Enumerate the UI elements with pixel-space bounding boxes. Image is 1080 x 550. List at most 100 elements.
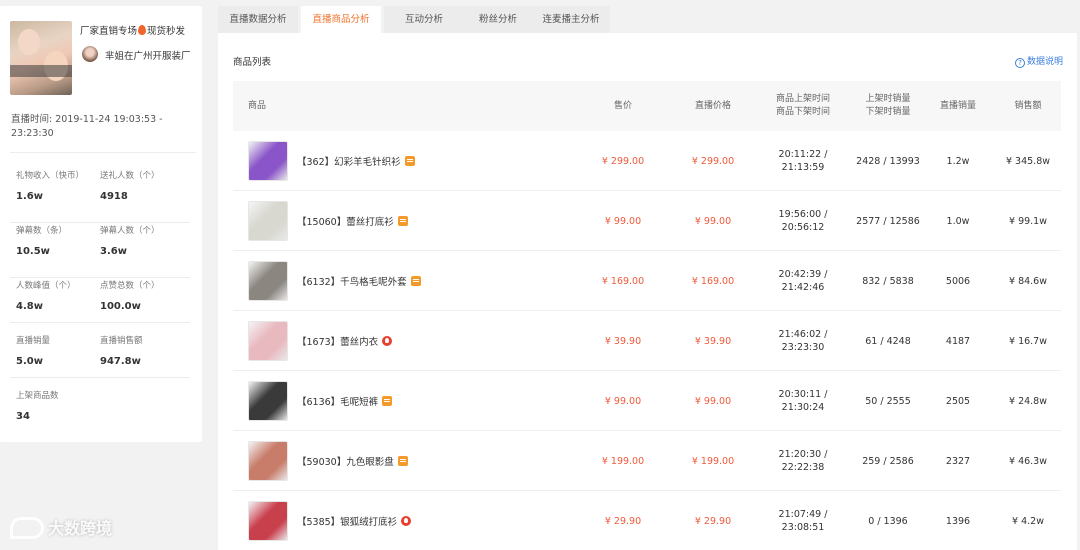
stat-row: 直播销量 5.0w 直播销售额 947.8w xyxy=(16,334,196,380)
product-name[interactable]: 【5385】银狐绒打底衫 xyxy=(297,491,412,550)
time-on-shelf: 21:07:49 / xyxy=(778,509,828,520)
tab-live-products[interactable]: 直播商品分析 xyxy=(301,6,381,33)
product-list-card: 商品列表 ? 数据说明 商品 售价 直播价格 商品上架时间 商品下架时间 上架时销… xyxy=(218,33,1077,550)
header-price[interactable]: 售价 xyxy=(593,81,653,131)
table-row[interactable]: 【15060】蕾丝打底衫 ¥ 99.00 ¥ 99.00 19:56:00 / 20:5… xyxy=(233,191,1061,251)
listing-time: 20:30:11 / 21:30:24 xyxy=(763,371,843,431)
header-product: 商品 xyxy=(248,81,328,131)
stat-value: 4918 xyxy=(100,191,128,202)
listing-time: 19:56:00 / 20:56:12 xyxy=(763,191,843,251)
shop-tag-icon xyxy=(397,456,408,466)
listing-sales: 50 / 2555 xyxy=(865,395,911,407)
listing-sales: 259 / 2586 xyxy=(862,455,914,467)
live-cover-image[interactable] xyxy=(10,21,72,95)
live-price: ¥ 39.90 xyxy=(694,335,732,347)
data-help-link[interactable]: ? 数据说明 xyxy=(1014,54,1063,68)
listing-time: 21:20:30 / 22:22:38 xyxy=(763,431,843,491)
watermark-text: 大数跨境 xyxy=(48,519,113,538)
product-name-text: 【5385】银狐绒打底衫 xyxy=(297,517,398,528)
cover-face xyxy=(18,29,40,55)
product-name-text: 【6136】毛呢短裤 xyxy=(297,397,379,408)
live-time: 直播时间: 2019-11-24 19:03:53 - 23:23:30 xyxy=(11,113,191,141)
live-price: ¥ 99.00 xyxy=(694,215,732,227)
data-help-text: 数据说明 xyxy=(1026,57,1063,67)
product-thumbnail[interactable] xyxy=(248,201,288,241)
stat-value: 34 xyxy=(16,411,30,422)
help-icon: ? xyxy=(1014,58,1025,68)
product-thumbnail[interactable] xyxy=(248,141,288,181)
fire-icon xyxy=(138,25,147,35)
table-row[interactable]: 【59030】九色眼影盘 ¥ 199.00 ¥ 199.00 21:20:30 / 22… xyxy=(233,431,1061,491)
room-title: 厂家直销专场 现货秒发 xyxy=(80,23,185,37)
divider xyxy=(10,222,190,223)
price: ¥ 99.00 xyxy=(604,215,642,227)
product-name[interactable]: 【59030】九色眼影盘 xyxy=(297,431,408,491)
stat-label: 弹幕人数（个） xyxy=(100,226,160,236)
stat-label: 弹幕数（条） xyxy=(16,226,68,236)
stat-listed-products: 上架商品数 34 xyxy=(16,389,106,422)
product-name[interactable]: 【6132】千鸟格毛呢外套 xyxy=(297,251,421,311)
listing-sales: 61 / 4248 xyxy=(865,335,911,347)
live-sales: 1.0w xyxy=(946,215,970,227)
shop-tag-icon xyxy=(397,216,408,226)
stat-danmaku-users: 弹幕人数（个） 3.6w xyxy=(100,224,190,257)
avatar[interactable] xyxy=(82,46,98,62)
stat-peak-viewers: 人数峰值（个） 4.8w xyxy=(16,279,106,312)
table-row[interactable]: 【6132】千鸟格毛呢外套 ¥ 169.00 ¥ 169.00 20:42:39 /2… xyxy=(233,251,1061,311)
header-live-price[interactable]: 直播价格 xyxy=(673,81,753,131)
host-name[interactable]: 芈姐在广州开服装厂 xyxy=(105,48,191,62)
table-row[interactable]: 【6136】毛呢短裤 ¥ 99.00 ¥ 99.00 20:30:11 / 21:30:… xyxy=(233,371,1061,431)
room-title-text: 厂家直销专场 xyxy=(80,26,138,37)
product-thumbnail[interactable] xyxy=(248,441,288,481)
header-revenue[interactable]: 销售额 xyxy=(1003,81,1053,131)
header-listing-sales[interactable]: 上架时销量 下架时销量 xyxy=(853,81,923,131)
listing-time: 21:07:49 / 23:08:51 xyxy=(763,491,843,550)
divider xyxy=(10,152,196,153)
product-name-text: 【362】幻彩羊毛针织衫 xyxy=(297,157,401,168)
tab-interaction[interactable]: 互动分析 xyxy=(384,6,464,33)
time-off-shelf: 21:13:59 xyxy=(781,162,825,173)
price: ¥ 169.00 xyxy=(601,275,645,287)
stat-value: 10.5w xyxy=(16,246,50,257)
header-live-sales[interactable]: 直播销量 xyxy=(933,81,983,131)
price: ¥ 199.00 xyxy=(601,455,645,467)
product-name[interactable]: 【15060】蕾丝打底衫 xyxy=(297,191,408,251)
product-name-text: 【1673】蕾丝内衣 xyxy=(297,337,379,348)
product-name[interactable]: 【362】幻彩羊毛针织衫 xyxy=(297,131,415,191)
product-thumbnail[interactable] xyxy=(248,261,288,301)
table-row[interactable]: 【5385】银狐绒打底衫 ¥ 29.90 ¥ 29.90 21:07:49 / 23:0… xyxy=(233,491,1061,550)
live-price: ¥ 199.00 xyxy=(691,455,735,467)
product-thumbnail[interactable] xyxy=(248,321,288,361)
shop-tag-icon xyxy=(382,396,393,406)
tab-live-data[interactable]: 直播数据分析 xyxy=(218,6,298,33)
room-title-suffix: 现货秒发 xyxy=(147,26,186,37)
streamer-card: 厂家直销专场 现货秒发 芈姐在广州开服装厂 直播时间: 2019-11-24 19… xyxy=(0,6,202,442)
header-label: 直播价格 xyxy=(694,100,731,111)
stat-row: 上架商品数 34 xyxy=(16,389,196,435)
stat-gift-senders: 送礼人数（个） 4918 xyxy=(100,169,190,202)
time-off-shelf: 22:22:38 xyxy=(781,462,825,473)
header-label: 商品上架时间 xyxy=(775,94,830,104)
listing-sales: 2428 / 13993 xyxy=(856,155,920,167)
price: ¥ 39.90 xyxy=(604,335,642,347)
stat-value: 4.8w xyxy=(16,301,43,312)
live-price: ¥ 169.00 xyxy=(691,275,735,287)
table-row[interactable]: 【1673】蕾丝内衣 ¥ 39.90 ¥ 39.90 21:46:02 / 23:23:… xyxy=(233,311,1061,371)
product-name[interactable]: 【6136】毛呢短裤 xyxy=(297,371,393,431)
table-row[interactable]: 【362】幻彩羊毛针织衫 ¥ 299.00 ¥ 299.00 20:11:22 / 21… xyxy=(233,131,1061,191)
tab-co-streamers[interactable]: 连麦播主分析 xyxy=(532,6,610,33)
tab-fans[interactable]: 粉丝分析 xyxy=(458,6,538,33)
live-sales: 4187 xyxy=(945,335,971,347)
product-thumbnail[interactable] xyxy=(248,381,288,421)
list-title: 商品列表 xyxy=(233,57,272,68)
time-on-shelf: 20:11:22 / xyxy=(778,149,828,160)
time-off-shelf: 21:30:24 xyxy=(781,402,825,413)
watermark: 大数跨境 xyxy=(10,515,112,541)
product-name[interactable]: 【1673】蕾丝内衣 xyxy=(297,311,393,371)
time-on-shelf: 20:30:11 / xyxy=(778,389,828,400)
header-listing-time[interactable]: 商品上架时间 商品下架时间 xyxy=(763,81,843,131)
stat-value: 100.0w xyxy=(100,301,141,312)
product-thumbnail[interactable] xyxy=(248,501,288,541)
watermark-logo-icon xyxy=(10,517,44,539)
header-label: 商品 xyxy=(248,100,267,111)
